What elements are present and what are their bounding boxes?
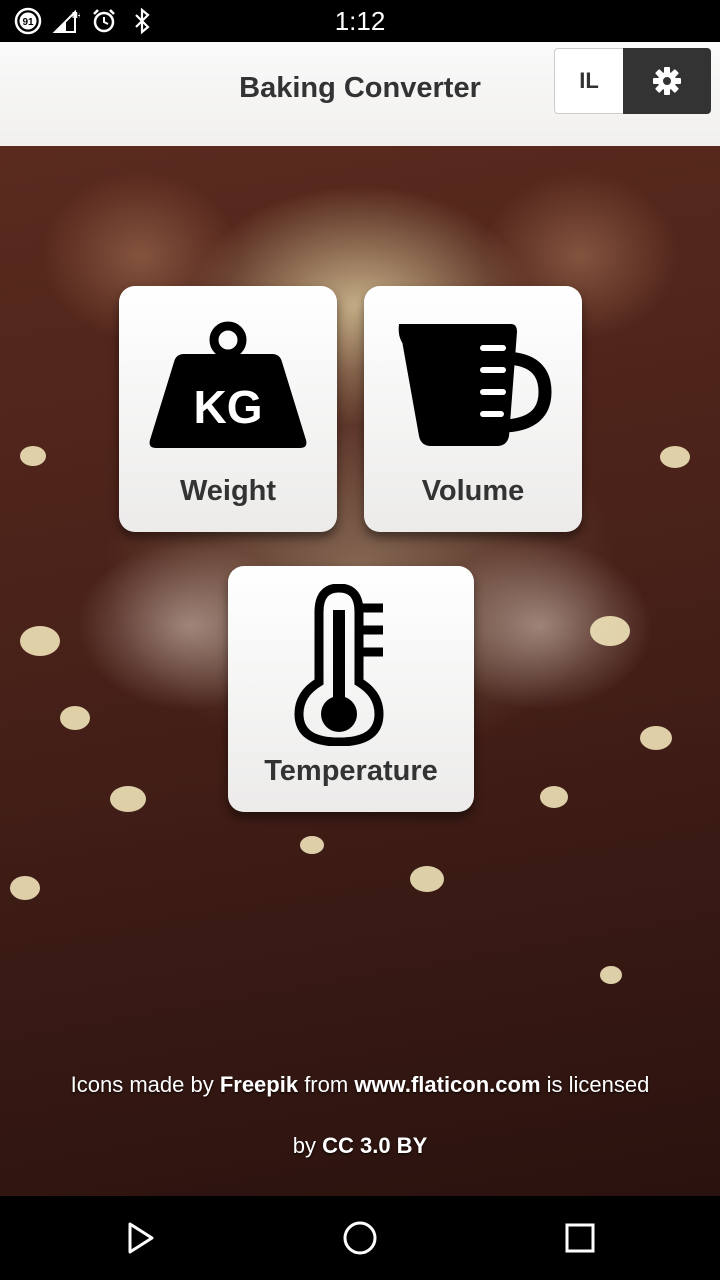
language-button[interactable]: IL	[554, 48, 624, 114]
temperature-tile[interactable]: Temperature	[228, 566, 474, 812]
temperature-label: Temperature	[264, 755, 438, 787]
dough-crumb	[410, 866, 444, 892]
credits-line-1: Icons made by Freepik from www.flaticon.…	[0, 1072, 720, 1098]
thermometer-icon	[294, 584, 384, 746]
dough-crumb	[540, 786, 568, 808]
flaticon-link[interactable]: www.flaticon.com	[354, 1072, 540, 1097]
credits-line-2: by CC 3.0 BY	[0, 1133, 720, 1159]
settings-button[interactable]	[623, 48, 711, 114]
app-bar: Baking Converter IL	[0, 42, 720, 146]
dough-crumb	[660, 446, 690, 468]
status-time: 1:12	[334, 6, 386, 36]
credits-from: from	[298, 1072, 355, 1097]
license-link[interactable]: CC 3.0 BY	[322, 1133, 427, 1158]
dough-crumb	[60, 706, 90, 730]
kg-label: KG	[194, 381, 263, 433]
dough-crumb	[20, 626, 60, 656]
dough-crumb	[590, 616, 630, 646]
status-bar: 91 H+ 1:12	[0, 0, 720, 42]
weight-tile[interactable]: KG Weight	[119, 286, 337, 532]
back-button[interactable]	[118, 1216, 162, 1260]
home-button[interactable]	[338, 1216, 382, 1260]
dough-crumb	[10, 876, 40, 900]
home-circle-icon	[343, 1221, 377, 1255]
dough-crumb	[640, 726, 672, 750]
recents-square-icon	[565, 1223, 595, 1253]
weight-label: Weight	[179, 475, 277, 507]
dough-crumb	[300, 836, 324, 854]
back-triangle-icon	[128, 1222, 154, 1254]
dough-crumb	[110, 786, 146, 812]
credits-prefix: Icons made by	[70, 1072, 220, 1097]
recents-button[interactable]	[558, 1216, 602, 1260]
credits-licensed: is licensed	[540, 1072, 650, 1097]
freepik-link[interactable]: Freepik	[220, 1072, 298, 1097]
dough-crumb	[20, 446, 46, 466]
gear-icon	[653, 67, 681, 95]
measuring-cup-icon	[398, 324, 552, 446]
volume-label: Volume	[421, 475, 525, 507]
credits-by: by	[292, 1133, 323, 1158]
volume-tile[interactable]: Volume	[364, 286, 582, 532]
kg-weight-icon: KG	[149, 321, 307, 448]
dough-crumb	[600, 966, 622, 984]
navigation-bar	[0, 1196, 720, 1280]
